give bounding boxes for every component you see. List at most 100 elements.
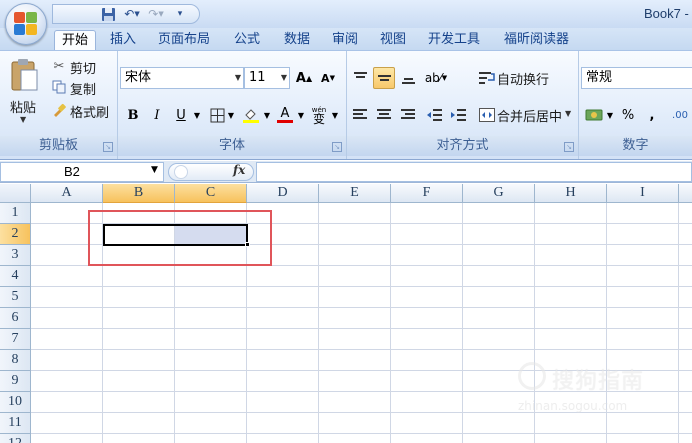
gridline bbox=[31, 349, 692, 350]
ribbon-tabs: 开始 插入 页面布局 公式 数据 审阅 视图 开发工具 福昕阅读器 bbox=[0, 28, 692, 50]
merge-center-icon bbox=[479, 107, 495, 123]
phonetic-dropdown-icon[interactable]: ▼ bbox=[330, 104, 340, 126]
copy-button[interactable]: 复制 bbox=[70, 79, 96, 98]
insert-function-button[interactable]: fx bbox=[233, 163, 245, 177]
tab-review[interactable]: 审阅 bbox=[325, 30, 365, 50]
tab-view[interactable]: 视图 bbox=[373, 30, 413, 50]
tab-formulas[interactable]: 公式 bbox=[227, 30, 267, 50]
row-header-3[interactable]: 3 bbox=[0, 245, 31, 266]
tab-foxit-reader[interactable]: 福昕阅读器 bbox=[497, 30, 576, 50]
align-bottom-icon[interactable] bbox=[397, 67, 419, 89]
row-header-6[interactable]: 6 bbox=[0, 308, 31, 329]
row-header-10[interactable]: 10 bbox=[0, 392, 31, 413]
name-box[interactable]: B2 bbox=[0, 162, 164, 182]
spreadsheet-grid[interactable]: A B C D E F G H I 1 2 3 4 5 6 7 8 9 10 1… bbox=[0, 184, 692, 443]
comma-style-button[interactable]: , bbox=[641, 104, 663, 126]
font-color-dropdown-icon[interactable]: ▼ bbox=[296, 104, 306, 126]
phonetic-guide-button[interactable]: wén 变 bbox=[308, 104, 330, 126]
watermark-logo-icon bbox=[518, 362, 546, 390]
row-header-5[interactable]: 5 bbox=[0, 287, 31, 308]
column-header-f[interactable]: F bbox=[391, 184, 463, 203]
chevron-down-icon: ▼ bbox=[280, 73, 287, 82]
font-name-value: 宋体 bbox=[125, 70, 152, 85]
increase-decimal-button[interactable]: .00 bbox=[667, 104, 692, 126]
clipboard-group: 粘贴 ▼ ✂ 剪切 复制 格式刷 剪贴板 ↘ bbox=[0, 51, 118, 159]
align-right-icon[interactable] bbox=[397, 104, 419, 126]
annotation-highlight-box bbox=[88, 210, 272, 266]
formula-bar-toggle-icon[interactable] bbox=[174, 165, 188, 179]
formula-input[interactable] bbox=[256, 162, 692, 182]
office-button[interactable] bbox=[5, 3, 47, 45]
wrap-text-icon bbox=[479, 70, 495, 86]
clipboard-group-label: 剪贴板 bbox=[0, 136, 117, 156]
tab-developer[interactable]: 开发工具 bbox=[421, 30, 487, 50]
font-color-button[interactable]: A bbox=[274, 104, 296, 126]
row-header-11[interactable]: 11 bbox=[0, 413, 31, 434]
align-center-icon[interactable] bbox=[373, 104, 395, 126]
column-header-c[interactable]: C bbox=[175, 184, 247, 203]
paste-button-label[interactable]: 粘贴 bbox=[10, 97, 36, 116]
row-header-12[interactable]: 12 bbox=[0, 434, 31, 443]
font-launcher-icon[interactable]: ↘ bbox=[332, 142, 342, 152]
font-size-combo[interactable]: 11 ▼ bbox=[244, 67, 290, 89]
column-header-d[interactable]: D bbox=[247, 184, 319, 203]
column-header-b[interactable]: B bbox=[103, 184, 175, 203]
column-header-i[interactable]: I bbox=[607, 184, 679, 203]
grow-font-label: A bbox=[295, 70, 306, 86]
column-header-h[interactable]: H bbox=[535, 184, 607, 203]
cut-button[interactable]: 剪切 bbox=[70, 58, 96, 77]
tab-insert[interactable]: 插入 bbox=[103, 30, 143, 50]
save-icon[interactable] bbox=[97, 5, 119, 23]
increase-indent-icon[interactable] bbox=[447, 104, 469, 126]
align-middle-icon[interactable] bbox=[373, 67, 395, 89]
row-header-8[interactable]: 8 bbox=[0, 350, 31, 371]
tab-data[interactable]: 数据 bbox=[277, 30, 317, 50]
merge-dropdown-icon[interactable]: ▼ bbox=[565, 109, 571, 118]
tab-page-layout[interactable]: 页面布局 bbox=[151, 30, 217, 50]
wrap-text-button[interactable]: 自动换行 bbox=[497, 69, 549, 88]
clipboard-launcher-icon[interactable]: ↘ bbox=[103, 142, 113, 152]
underline-button[interactable]: U bbox=[170, 104, 192, 126]
number-format-combo[interactable]: 常规 bbox=[581, 67, 692, 89]
bold-button[interactable]: B bbox=[122, 104, 144, 126]
gridline bbox=[31, 328, 692, 329]
borders-icon[interactable] bbox=[206, 104, 228, 126]
gridline bbox=[462, 203, 463, 443]
redo-icon[interactable]: ↷ ▼ bbox=[145, 5, 167, 23]
column-header-a[interactable]: A bbox=[31, 184, 103, 203]
format-painter-button[interactable]: 格式刷 bbox=[70, 102, 109, 121]
fill-color-icon[interactable] bbox=[240, 104, 262, 126]
align-left-icon[interactable] bbox=[349, 104, 371, 126]
underline-dropdown-icon[interactable]: ▼ bbox=[192, 104, 202, 126]
font-name-combo[interactable]: 宋体 ▼ bbox=[120, 67, 244, 89]
fill-color-dropdown-icon[interactable]: ▼ bbox=[262, 104, 272, 126]
align-top-icon[interactable] bbox=[349, 67, 371, 89]
alignment-launcher-icon[interactable]: ↘ bbox=[564, 142, 574, 152]
undo-icon[interactable]: ↶ ▼ bbox=[121, 5, 143, 23]
orientation-icon[interactable]: ab⁄ ▼ bbox=[421, 67, 451, 89]
row-header-4[interactable]: 4 bbox=[0, 266, 31, 287]
paste-dropdown-icon[interactable]: ▼ bbox=[20, 115, 26, 124]
currency-icon[interactable] bbox=[583, 104, 605, 126]
gridline bbox=[31, 307, 692, 308]
customize-qat-icon[interactable]: ▾ bbox=[169, 5, 191, 23]
decrease-indent-icon[interactable] bbox=[423, 104, 445, 126]
borders-dropdown-icon[interactable]: ▼ bbox=[226, 104, 236, 126]
percent-button[interactable]: % bbox=[617, 104, 639, 126]
merge-center-button[interactable]: 合并后居中 bbox=[497, 106, 562, 125]
select-all-corner[interactable] bbox=[0, 184, 31, 203]
row-header-2[interactable]: 2 bbox=[0, 224, 31, 245]
tab-home[interactable]: 开始 bbox=[54, 30, 97, 50]
currency-dropdown-icon[interactable]: ▼ bbox=[605, 104, 615, 126]
column-header-g[interactable]: G bbox=[463, 184, 535, 203]
name-box-chevron-down-icon[interactable]: ▼ bbox=[151, 165, 158, 175]
grow-font-button[interactable]: A ▲ bbox=[292, 67, 316, 89]
column-header-partial[interactable] bbox=[679, 184, 692, 203]
column-header-e[interactable]: E bbox=[319, 184, 391, 203]
row-header-7[interactable]: 7 bbox=[0, 329, 31, 350]
shrink-font-button[interactable]: A ▼ bbox=[316, 67, 340, 89]
paste-icon[interactable] bbox=[8, 57, 40, 93]
row-header-9[interactable]: 9 bbox=[0, 371, 31, 392]
italic-button[interactable]: I bbox=[146, 104, 168, 126]
row-header-1[interactable]: 1 bbox=[0, 203, 31, 224]
